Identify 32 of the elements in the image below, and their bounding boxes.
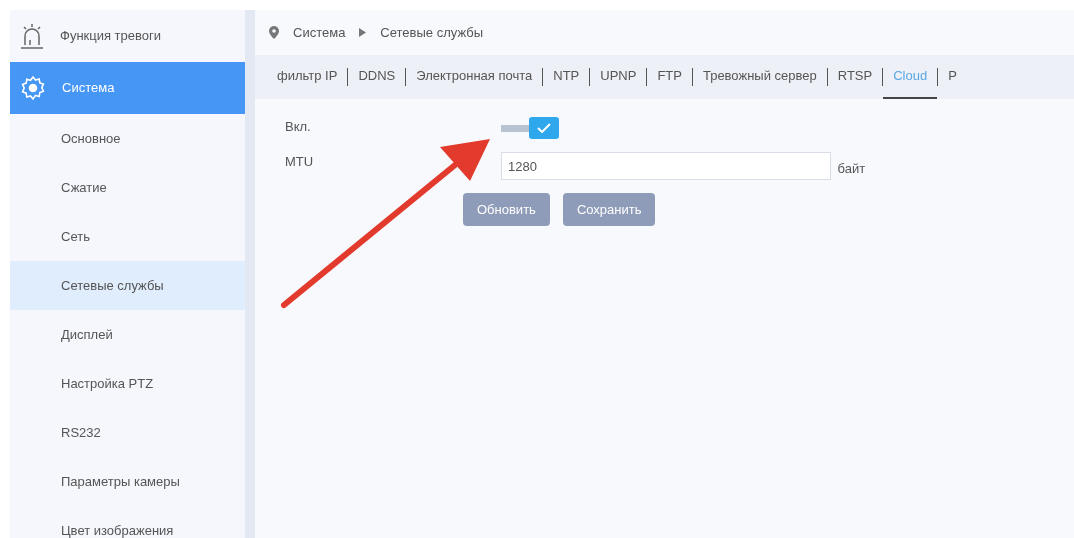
caret-icon [359,28,367,37]
field-label: Вкл. [285,118,312,136]
tab[interactable]: фильтр IP [267,55,348,99]
sidebar-item[interactable]: RS232 [10,408,245,457]
sidebar-item[interactable]: Сетевые службы [10,261,245,310]
tab[interactable]: UPNP [590,55,647,99]
sidebar-item[interactable]: Сеть [10,212,245,261]
location-pin-icon [269,26,279,39]
tab[interactable]: FTP [647,55,692,99]
sidebar-item[interactable]: Цвет изображения [10,506,245,538]
toggle-track [501,124,529,132]
breadcrumb-item[interactable]: Сетевые службы [380,22,484,43]
mtu-field[interactable]: 1280 [501,152,831,180]
tab[interactable]: P [938,55,967,99]
tab[interactable]: NTP [543,55,590,99]
sidebar-item[interactable]: Функция тревоги [10,10,245,62]
alarm-light-icon [20,22,44,50]
sidebar-item[interactable]: Дисплей [10,310,245,359]
sidebar-item[interactable]: Настройка PTZ [10,359,245,408]
tab[interactable]: DDNS [348,55,406,99]
gear-icon [20,75,46,101]
field-label: MTU [285,153,315,171]
tab[interactable]: Электронная почта [406,55,543,99]
sidebar-item[interactable]: Сжатие [10,163,245,212]
sidebar-item[interactable]: Основное [10,114,245,163]
tab[interactable]: RTSP [827,55,883,99]
sidebar-item[interactable]: Параметры камеры [10,457,245,506]
tab[interactable]: Тревожный сервер [692,55,827,99]
check-icon [537,123,551,133]
breadcrumb-item[interactable]: Система [293,22,346,43]
unit-label: байт [837,159,866,178]
checkbox[interactable] [529,117,559,139]
